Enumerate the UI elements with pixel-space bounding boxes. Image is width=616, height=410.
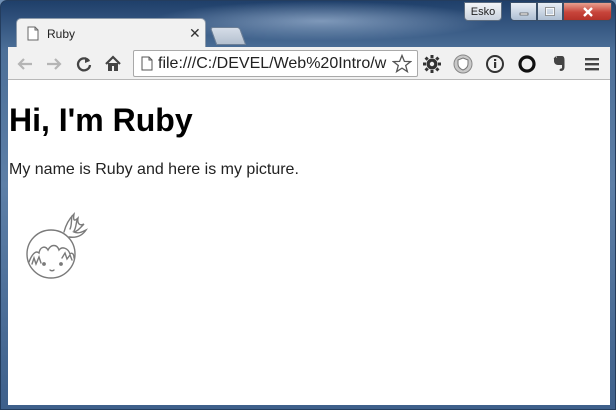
minimize-button[interactable]	[510, 2, 537, 21]
reload-button[interactable]	[73, 53, 95, 75]
close-icon	[582, 6, 593, 17]
shield-icon	[453, 54, 473, 74]
page-heading: Hi, I'm Ruby	[9, 102, 193, 138]
address-bar[interactable]: file:///C:/DEVEL/Web%20Intro/w	[133, 50, 418, 77]
page-icon	[27, 26, 39, 41]
intro-paragraph: My name is Ruby and here is my picture.	[9, 161, 299, 178]
evernote-extension-button[interactable]	[548, 53, 570, 75]
forward-button[interactable]	[43, 53, 65, 75]
minimize-icon	[519, 12, 528, 15]
back-button[interactable]	[14, 53, 36, 75]
settings-extension-button[interactable]	[421, 53, 443, 75]
info-icon	[486, 55, 504, 73]
info-extension-button[interactable]	[484, 53, 506, 75]
profile-name: Esko	[470, 5, 496, 18]
shield-extension-button[interactable]	[452, 53, 474, 75]
tab-close-icon[interactable]: ✕	[189, 25, 201, 42]
tab-title: Ruby	[47, 27, 76, 41]
new-tab-button[interactable]	[209, 27, 247, 45]
tab-ruby[interactable]: Ruby ✕	[16, 18, 206, 48]
maximize-icon	[545, 6, 555, 16]
circle-icon	[518, 55, 536, 73]
browser-window: Esko Ruby ✕ file:///C:/DEVEL/Web%20Intro…	[0, 0, 616, 410]
reload-icon	[76, 57, 92, 72]
page-content: Hi, I'm Ruby My name is Ruby and here is…	[8, 80, 610, 405]
circle-extension-button[interactable]	[516, 53, 538, 75]
chrome-menu-button[interactable]	[581, 53, 603, 75]
evernote-icon	[553, 55, 565, 71]
menu-icon	[585, 58, 599, 71]
ruby-avatar	[26, 211, 89, 279]
address-url[interactable]: file:///C:/DEVEL/Web%20Intro/w	[158, 55, 390, 73]
forward-icon	[47, 58, 62, 70]
maximize-button[interactable]	[537, 2, 563, 21]
home-button[interactable]	[102, 53, 124, 75]
home-icon	[105, 55, 121, 71]
back-icon	[17, 58, 32, 70]
bookmark-star-icon[interactable]	[392, 54, 412, 74]
profile-button[interactable]: Esko	[464, 2, 502, 21]
page-icon	[141, 56, 153, 71]
close-button[interactable]	[563, 2, 612, 21]
gear-icon	[423, 55, 441, 73]
toolbar: file:///C:/DEVEL/Web%20Intro/w	[8, 47, 610, 80]
